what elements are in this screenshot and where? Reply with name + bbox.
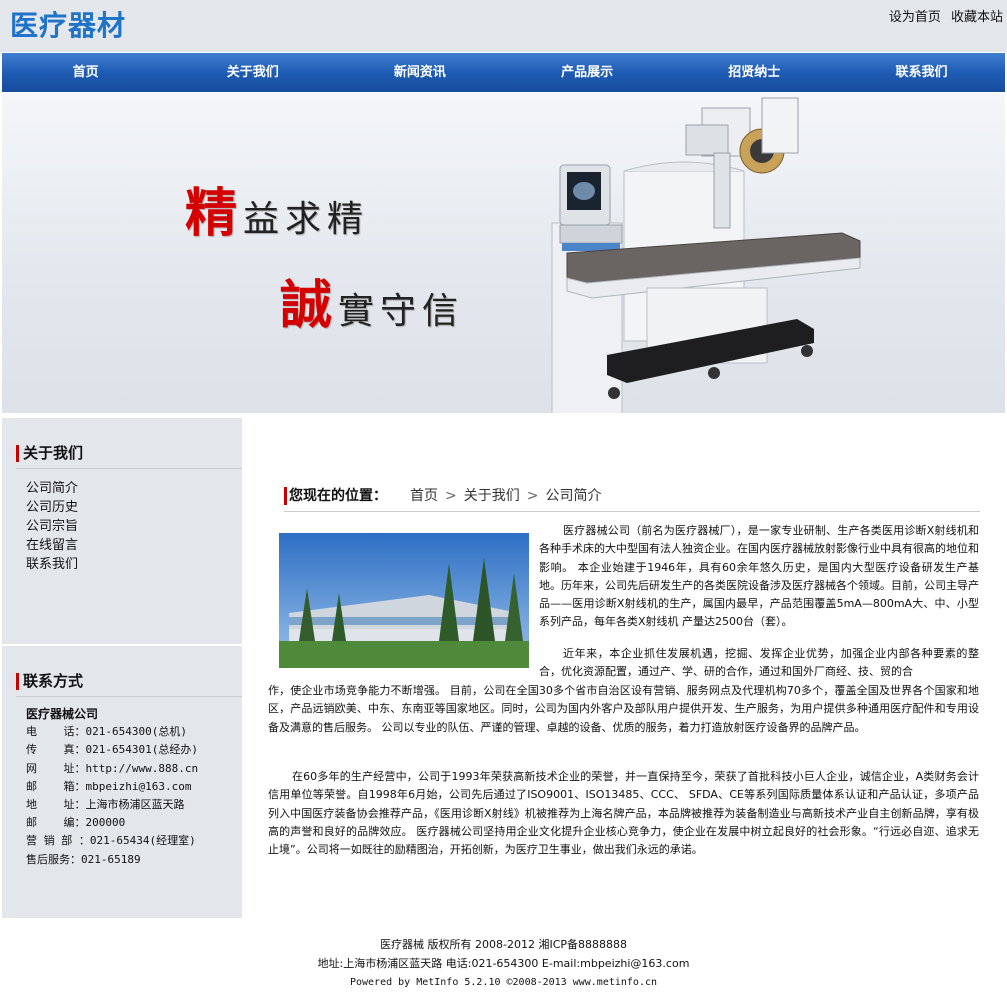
intro-paragraph-3: 在60多年的生产经营中，公司于1993年荣获高新技术企业的荣誉，并一直保持至今，… bbox=[268, 770, 979, 857]
nav-item-products[interactable]: 产品展示 bbox=[504, 53, 671, 92]
breadcrumb-bar: 您现在的位置： 首页 > 关于我们 > 公司简介 bbox=[284, 485, 980, 512]
contact-info: 医疗器械公司 电 话：021-654300(总机) 传 真：021-654301… bbox=[26, 705, 198, 869]
footer-copyright: 医疗器械 版权所有 2008-2012 湘ICP备8888888 bbox=[380, 938, 627, 951]
company-building-photo bbox=[279, 533, 529, 668]
chevron-right-icon: > bbox=[445, 488, 457, 504]
site-logo[interactable]: 医疗器材 bbox=[10, 4, 126, 44]
contact-email[interactable]: 邮 箱：mbpeizhi@163.com bbox=[26, 778, 198, 796]
divider bbox=[16, 696, 242, 697]
sidebar-item-contact-us[interactable]: 联系我们 bbox=[26, 555, 78, 574]
contact-website[interactable]: 网 址：http://www.888.cn bbox=[26, 760, 198, 778]
contact-company: 医疗器械公司 bbox=[26, 707, 99, 721]
contact-phone: 电 话：021-654300(总机) bbox=[26, 725, 187, 739]
chevron-right-icon: > bbox=[526, 488, 539, 504]
nav-item-about[interactable]: 关于我们 bbox=[169, 53, 336, 92]
divider bbox=[2, 644, 242, 646]
nav-item-contact[interactable]: 联系我们 bbox=[838, 53, 1005, 92]
main-nav: 首页 关于我们 新闻资讯 产品展示 招贤纳士 联系我们 bbox=[2, 53, 1005, 92]
site-header: 医疗器材 设为首页 收藏本站 bbox=[0, 0, 1007, 52]
sidebar-item-online-message[interactable]: 在线留言 bbox=[26, 536, 78, 555]
add-favorite-link[interactable]: 收藏本站 bbox=[951, 10, 1003, 25]
breadcrumb: 首页 > 关于我们 > 公司简介 bbox=[410, 487, 601, 505]
intro-paragraph-1: 医疗器械公司（前名为医疗器械厂），是一家专业研制、生产各类医用诊断X射线机和各种… bbox=[539, 524, 979, 629]
sidebar-item-company-mission[interactable]: 公司宗旨 bbox=[26, 517, 78, 536]
contact-section-title: 联系方式 bbox=[16, 673, 83, 690]
sidebar-item-company-profile[interactable]: 公司简介 bbox=[26, 479, 78, 498]
sidebar: 关于我们 公司简介 公司历史 公司宗旨 在线留言 联系我们 联系方式 医疗器械公… bbox=[2, 418, 242, 918]
set-homepage-link[interactable]: 设为首页 bbox=[889, 10, 941, 25]
hero-banner: 精益求精 誠實守信 bbox=[2, 93, 1005, 413]
contact-postcode: 邮 编：200000 bbox=[26, 816, 126, 830]
contact-after-sales: 售后服务：021-65189 bbox=[26, 852, 141, 866]
nav-item-jobs[interactable]: 招贤纳士 bbox=[671, 53, 838, 92]
sidebar-item-company-history[interactable]: 公司历史 bbox=[26, 498, 78, 517]
about-links: 公司简介 公司历史 公司宗旨 在线留言 联系我们 bbox=[26, 479, 78, 574]
about-section-title: 关于我们 bbox=[16, 445, 83, 462]
contact-address: 地 址：上海市杨浦区蓝天路 bbox=[26, 798, 185, 812]
intro-paragraph-2-part-a: 近年来，本企业抓住发展机遇，挖掘、发挥企业优势，加强企业内部各种要素的整合，优化… bbox=[539, 647, 979, 679]
top-links: 设为首页 收藏本站 bbox=[883, 6, 1003, 25]
footer-powered-by[interactable]: Powered by MetInfo 5.2.10 ©2008-2013 www… bbox=[0, 973, 1007, 992]
location-label: 您现在的位置： bbox=[284, 487, 387, 505]
intro-paragraph-2-part-b: 作，使企业市场竞争能力不断增强。 目前，公司在全国30多个省市自治区设有营销、服… bbox=[268, 684, 979, 734]
divider bbox=[16, 468, 242, 469]
nav-item-home[interactable]: 首页 bbox=[2, 53, 169, 92]
site-footer: 医疗器械 版权所有 2008-2012 湘ICP备8888888 地址:上海市杨… bbox=[0, 935, 1007, 992]
nav-item-news[interactable]: 新闻资讯 bbox=[336, 53, 503, 92]
footer-address: 地址:上海市杨浦区蓝天路 电话:021-654300 E-mail:mbpeiz… bbox=[317, 957, 690, 970]
xray-equipment-image bbox=[551, 97, 861, 413]
contact-fax: 传 真：021-654301(总经办) bbox=[26, 743, 198, 757]
breadcrumb-current[interactable]: 公司简介 bbox=[545, 488, 601, 504]
contact-sales: 营 销 部 ：021-65434(经理室) bbox=[26, 834, 196, 848]
breadcrumb-about[interactable]: 关于我们 bbox=[464, 488, 520, 504]
breadcrumb-home[interactable]: 首页 bbox=[410, 488, 438, 504]
